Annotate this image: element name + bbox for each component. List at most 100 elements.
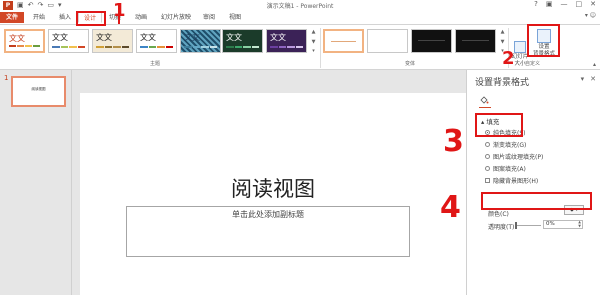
spin-down-icon[interactable]: ▼ [578,224,581,228]
annotation-number-3: 3 [443,124,464,159]
gradient-fill-label: 渐变填充(G) [493,142,527,149]
tab-insert[interactable]: 插入 [54,12,76,23]
slide-canvas[interactable]: 阅读视图 单击此处添加副标题 [80,93,466,295]
theme-color-bar [270,46,303,48]
scroll-down-icon[interactable]: ▼ [310,39,317,45]
close-button[interactable]: ✕ [590,0,596,8]
scroll-up-icon[interactable]: ▲ [499,29,506,35]
hide-background-graphics-label: 隐藏背景图形(H) [493,178,539,185]
pane-options-icon[interactable]: ▾ [581,75,585,83]
annotation-number-1: 1 [113,0,126,21]
theme-color-swatch [226,46,234,48]
tab-view[interactable]: 视图 [224,12,246,23]
variants-group-label: 变体 [405,61,416,67]
themes-gallery-scroll[interactable]: ▲ ▼ ▾ [310,29,317,54]
theme-thumbnail[interactable]: 文文 [4,29,45,53]
tab-home[interactable]: 开始 [28,12,50,23]
theme-color-swatch [251,46,259,48]
theme-color-swatch [157,46,165,48]
themes-group-label: 主题 [150,61,161,67]
theme-thumbnail[interactable]: 文文 [48,29,89,53]
theme-thumbnail[interactable]: 文文 [266,29,307,53]
theme-color-swatch [201,46,209,48]
theme-color-swatch [52,46,60,48]
account-area[interactable]: ▾ ☺ [585,12,596,19]
theme-color-bar [140,46,173,48]
theme-thumbnail-label: 文文 [270,33,286,42]
pattern-fill-label: 图案填充(A) [493,166,526,173]
tab-review[interactable]: 审阅 [198,12,220,23]
document-title: 演示文稿1 - PowerPoint [266,3,334,10]
hide-background-graphics-checkbox[interactable] [485,178,490,183]
ribbon-display-icon[interactable]: ▣ [546,0,553,8]
tab-animations[interactable]: 动画 [130,12,152,23]
tab-slideshow[interactable]: 幻灯片放映 [158,12,194,23]
theme-color-swatch [17,45,24,47]
picture-fill-option[interactable]: 图片或纹理填充(P) [485,152,543,161]
gallery-more-icon[interactable]: ▾ [310,48,317,54]
restore-button[interactable]: □ [576,0,583,8]
pattern-fill-radio[interactable] [485,166,490,171]
theme-color-bar [96,46,129,48]
collapse-ribbon-icon[interactable]: ▴ [593,61,596,68]
theme-color-swatch [234,46,242,48]
transparency-slider[interactable] [515,222,541,229]
slide-number: 1 [4,74,9,82]
transparency-slider-handle[interactable] [515,222,517,229]
theme-color-swatch [77,46,85,48]
transparency-input[interactable]: 0% ▲ ▼ [543,220,583,229]
slide-thumbnail[interactable]: 阅读视图 [11,76,66,107]
hide-background-graphics-option[interactable]: 隐藏背景图形(H) [485,176,538,185]
minimize-button[interactable]: — [561,0,568,8]
theme-color-bar [184,46,217,48]
theme-color-swatch [69,46,77,48]
theme-color-swatch [209,46,217,48]
variant-thumbnail[interactable] [455,29,496,53]
theme-color-swatch [278,46,286,48]
pane-close-icon[interactable]: ✕ [590,75,596,83]
annotation-box-fill-section [475,113,523,137]
slide-title[interactable]: 阅读视图 [80,173,466,203]
gradient-fill-option[interactable]: 渐变填充(G) [485,140,526,149]
annotation-box-format-background [527,24,560,57]
group-divider [320,28,321,68]
theme-thumbnail[interactable]: 文文 [222,29,263,53]
theme-color-swatch [192,46,200,48]
color-label: 颜色(C) [488,211,509,218]
theme-color-swatch [113,46,121,48]
theme-color-bar [9,45,40,47]
transparency-spinner[interactable]: ▲ ▼ [578,220,581,228]
variant-thumbnail[interactable] [411,29,452,53]
theme-thumbnail-label: 文文 [140,33,156,42]
scroll-up-icon[interactable]: ▲ [310,29,317,35]
theme-color-swatch [295,46,303,48]
window-controls: ? ▣ — □ ✕ [534,0,596,8]
fill-bucket-icon[interactable] [479,95,489,105]
pattern-fill-option[interactable]: 图案填充(A) [485,164,526,173]
theme-color-swatch [270,46,278,48]
theme-color-swatch [165,46,173,48]
theme-color-swatch [287,46,295,48]
subtitle-placeholder[interactable]: 单击此处添加副标题 [126,206,410,257]
customize-group-label: 自定义 [525,61,541,67]
theme-color-swatch [25,45,32,47]
transparency-label: 透明度(T) [488,224,515,231]
transparency-value: 0% [546,221,555,227]
theme-thumbnail[interactable]: 文文 [136,29,177,53]
pane-controls: ▾ ✕ [581,75,596,83]
help-button[interactable]: ? [534,0,538,8]
theme-color-bar [226,46,259,48]
picture-fill-radio[interactable] [485,154,490,159]
theme-thumbnail-label: 文文 [52,33,68,42]
theme-thumbnail[interactable]: 文文 [180,29,221,53]
slide-size-icon [514,41,526,53]
theme-thumbnail[interactable]: 文文 [92,29,133,53]
gradient-fill-radio[interactable] [485,142,490,147]
variant-thumbnail[interactable] [323,29,364,53]
tab-file[interactable]: 文件 [0,12,24,23]
theme-color-swatch [96,46,104,48]
variant-thumbnail[interactable] [367,29,408,53]
scroll-down-icon[interactable]: ▼ [499,39,506,45]
annotation-box-color-row [481,192,592,210]
slide-editor: 阅读视图 单击此处添加副标题 [73,70,466,295]
